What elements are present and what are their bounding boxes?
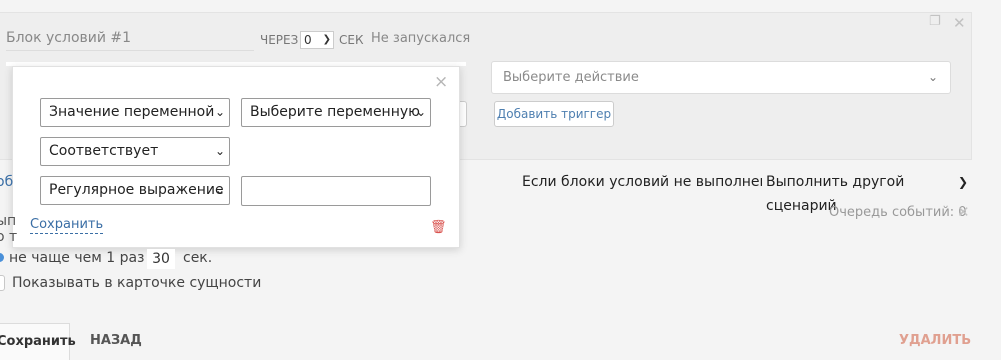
fallback-select[interactable]: Выполнить другой сценарий ❯	[762, 170, 972, 214]
copy-icon[interactable]: ❐	[929, 14, 941, 29]
frequency-radio[interactable]	[0, 253, 4, 262]
action-placeholder: Выберите действие	[503, 70, 639, 85]
chevron-down-icon: ⌄	[927, 70, 938, 84]
popup-save-link[interactable]: Сохранить	[30, 217, 104, 234]
regex-input[interactable]	[241, 176, 431, 206]
save-button[interactable]: Сохранить	[0, 323, 76, 360]
delay-select[interactable]: 0 ❯	[300, 31, 334, 49]
close-icon[interactable]: ✕	[957, 203, 970, 221]
show-in-card-label: Показывать в карточке сущности	[12, 275, 262, 291]
delay-unit: СЕК	[339, 33, 364, 47]
trash-icon[interactable]: 🗑	[430, 220, 447, 235]
close-icon[interactable]: ×	[434, 74, 448, 91]
field-type-value: Значение переменной	[49, 104, 215, 120]
back-button[interactable]: НАЗАД	[90, 333, 142, 348]
delay-label: ЧЕРЕЗ	[260, 33, 299, 47]
chevron-down-icon: ⌄	[415, 105, 426, 119]
fallback-label: Если блоки условий не выполнены:	[522, 174, 785, 190]
frequency-input[interactable]: 30	[147, 249, 175, 269]
operator-select[interactable]: Регулярное выражение ⌄	[40, 176, 230, 205]
field-type-select[interactable]: Значение переменной ⌄	[40, 98, 230, 127]
left-edge-fragment: ып	[0, 213, 17, 229]
operator-value: Регулярное выражение	[49, 182, 224, 198]
frequency-suffix: сек.	[183, 250, 213, 266]
run-status: Не запускался	[371, 31, 471, 46]
match-select[interactable]: Соответствует ⌄	[40, 137, 230, 166]
variable-value: Выберите переменную	[250, 104, 420, 120]
delete-button[interactable]: УДАЛИТЬ	[899, 333, 971, 348]
action-select[interactable]: Выберите действие ⌄	[491, 61, 951, 94]
left-edge-fragment: о т	[0, 229, 18, 245]
close-icon[interactable]: ✕	[953, 14, 966, 32]
frequency-prefix: не чаще чем 1 раз в	[9, 250, 158, 266]
show-in-card-checkbox[interactable]	[0, 275, 5, 291]
match-value: Соответствует	[49, 143, 159, 159]
chevron-down-icon: ❯	[322, 34, 331, 45]
delay-value: 0	[304, 33, 312, 47]
left-edge-fragment[interactable]: об	[0, 174, 13, 190]
chevron-down-icon: ⌄	[214, 183, 225, 197]
chevron-down-icon: ⌄	[214, 105, 225, 119]
variable-select[interactable]: Выберите переменную ⌄	[241, 98, 431, 127]
chevron-down-icon: ⌄	[214, 144, 225, 158]
add-trigger-button[interactable]: Добавить триггер	[494, 101, 614, 127]
block-title[interactable]: Блок условий #1	[6, 30, 254, 51]
chevron-down-icon: ❯	[957, 175, 968, 189]
queue-counter: Очередь событий: 0	[829, 205, 967, 220]
